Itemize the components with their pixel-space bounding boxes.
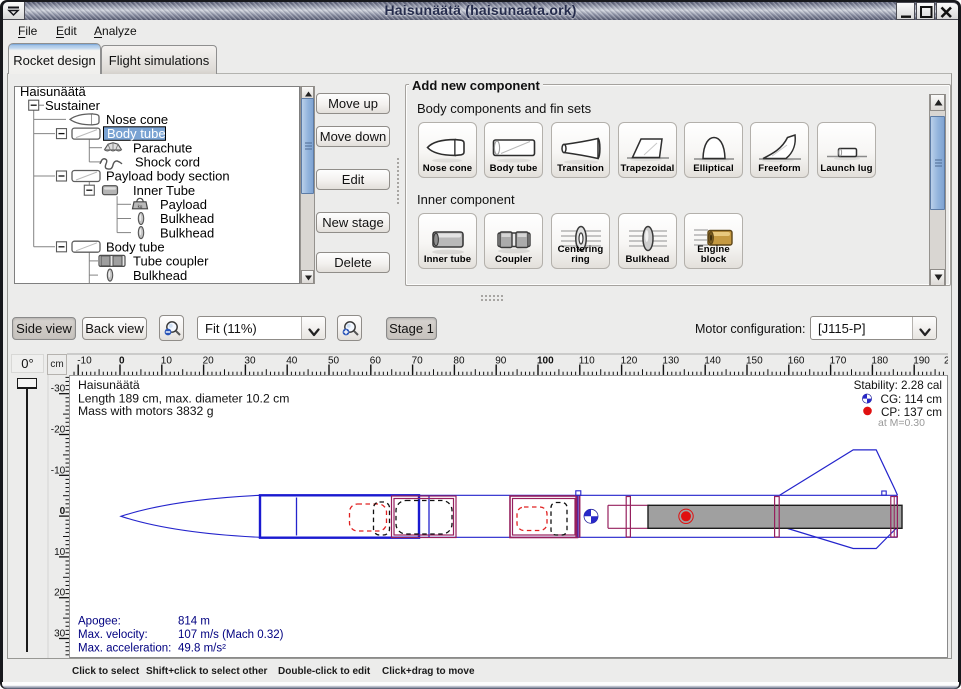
svg-text:107 m/s (Mach 0.32): 107 m/s (Mach 0.32)	[178, 629, 284, 641]
svg-text:2: 2	[944, 356, 948, 367]
svg-text:814 m: 814 m	[178, 616, 210, 628]
svg-text:70: 70	[412, 356, 424, 367]
svg-text:49.8 m/s²: 49.8 m/s²	[178, 643, 226, 655]
svg-text:170: 170	[830, 356, 847, 367]
svg-text:0: 0	[119, 356, 125, 367]
svg-text:80: 80	[453, 356, 465, 367]
svg-text:Inner Tube: Inner Tube	[133, 183, 195, 198]
svg-text:30: 30	[244, 356, 256, 367]
svg-text:30: 30	[54, 629, 66, 640]
svg-text:130: 130	[662, 356, 679, 367]
svg-text:180: 180	[871, 356, 888, 367]
svg-text:Bulkhead: Bulkhead	[160, 211, 214, 226]
svg-text:Sustainer: Sustainer	[45, 98, 101, 113]
svg-text:at M=0.30: at M=0.30	[878, 417, 925, 429]
svg-text:Nose cone: Nose cone	[106, 112, 168, 127]
svg-text:Payload body section: Payload body section	[106, 169, 230, 184]
svg-text:Parachute: Parachute	[133, 140, 192, 155]
svg-text:Payload: Payload	[160, 197, 207, 212]
svg-text:60: 60	[370, 356, 382, 367]
svg-text:160: 160	[788, 356, 805, 367]
svg-text:40: 40	[286, 356, 298, 367]
svg-text:10: 10	[161, 356, 173, 367]
svg-text:100: 100	[537, 356, 554, 367]
svg-text:-20: -20	[51, 425, 66, 436]
svg-text:120: 120	[621, 356, 638, 367]
svg-text:Tube coupler: Tube coupler	[133, 254, 209, 269]
svg-text:Mass with motors 3832 g: Mass with motors 3832 g	[78, 404, 213, 418]
svg-text:CG: 114 cm: CG: 114 cm	[881, 393, 942, 406]
svg-text:90: 90	[495, 356, 507, 367]
svg-text:Haisunäätä: Haisunäätä	[78, 378, 140, 392]
svg-text:50: 50	[328, 356, 340, 367]
svg-text:110: 110	[579, 356, 595, 367]
svg-text:-10: -10	[51, 465, 66, 476]
svg-text:Max. acceleration:: Max. acceleration:	[78, 643, 171, 655]
svg-text:190: 190	[913, 356, 930, 367]
svg-text:10: 10	[54, 547, 66, 558]
svg-text:Apogee:: Apogee:	[78, 616, 121, 628]
svg-text:140: 140	[704, 356, 721, 367]
svg-text:150: 150	[746, 356, 763, 367]
svg-text:0: 0	[60, 506, 66, 517]
svg-text:Stability: 2.28 cal: Stability: 2.28 cal	[854, 379, 942, 392]
svg-text:Shock cord: Shock cord	[135, 155, 200, 170]
svg-text:-30: -30	[51, 384, 66, 395]
svg-text:kg: kg	[138, 204, 143, 209]
svg-text:20: 20	[54, 588, 66, 599]
svg-text:-10: -10	[77, 356, 92, 367]
svg-text:Body tube: Body tube	[106, 239, 165, 254]
svg-text:Bulkhead: Bulkhead	[133, 268, 187, 283]
svg-text:Max. velocity:: Max. velocity:	[78, 629, 148, 641]
svg-text:Body tube: Body tube	[107, 126, 166, 141]
svg-text:Bulkhead: Bulkhead	[160, 225, 214, 240]
svg-text:20: 20	[203, 356, 215, 367]
